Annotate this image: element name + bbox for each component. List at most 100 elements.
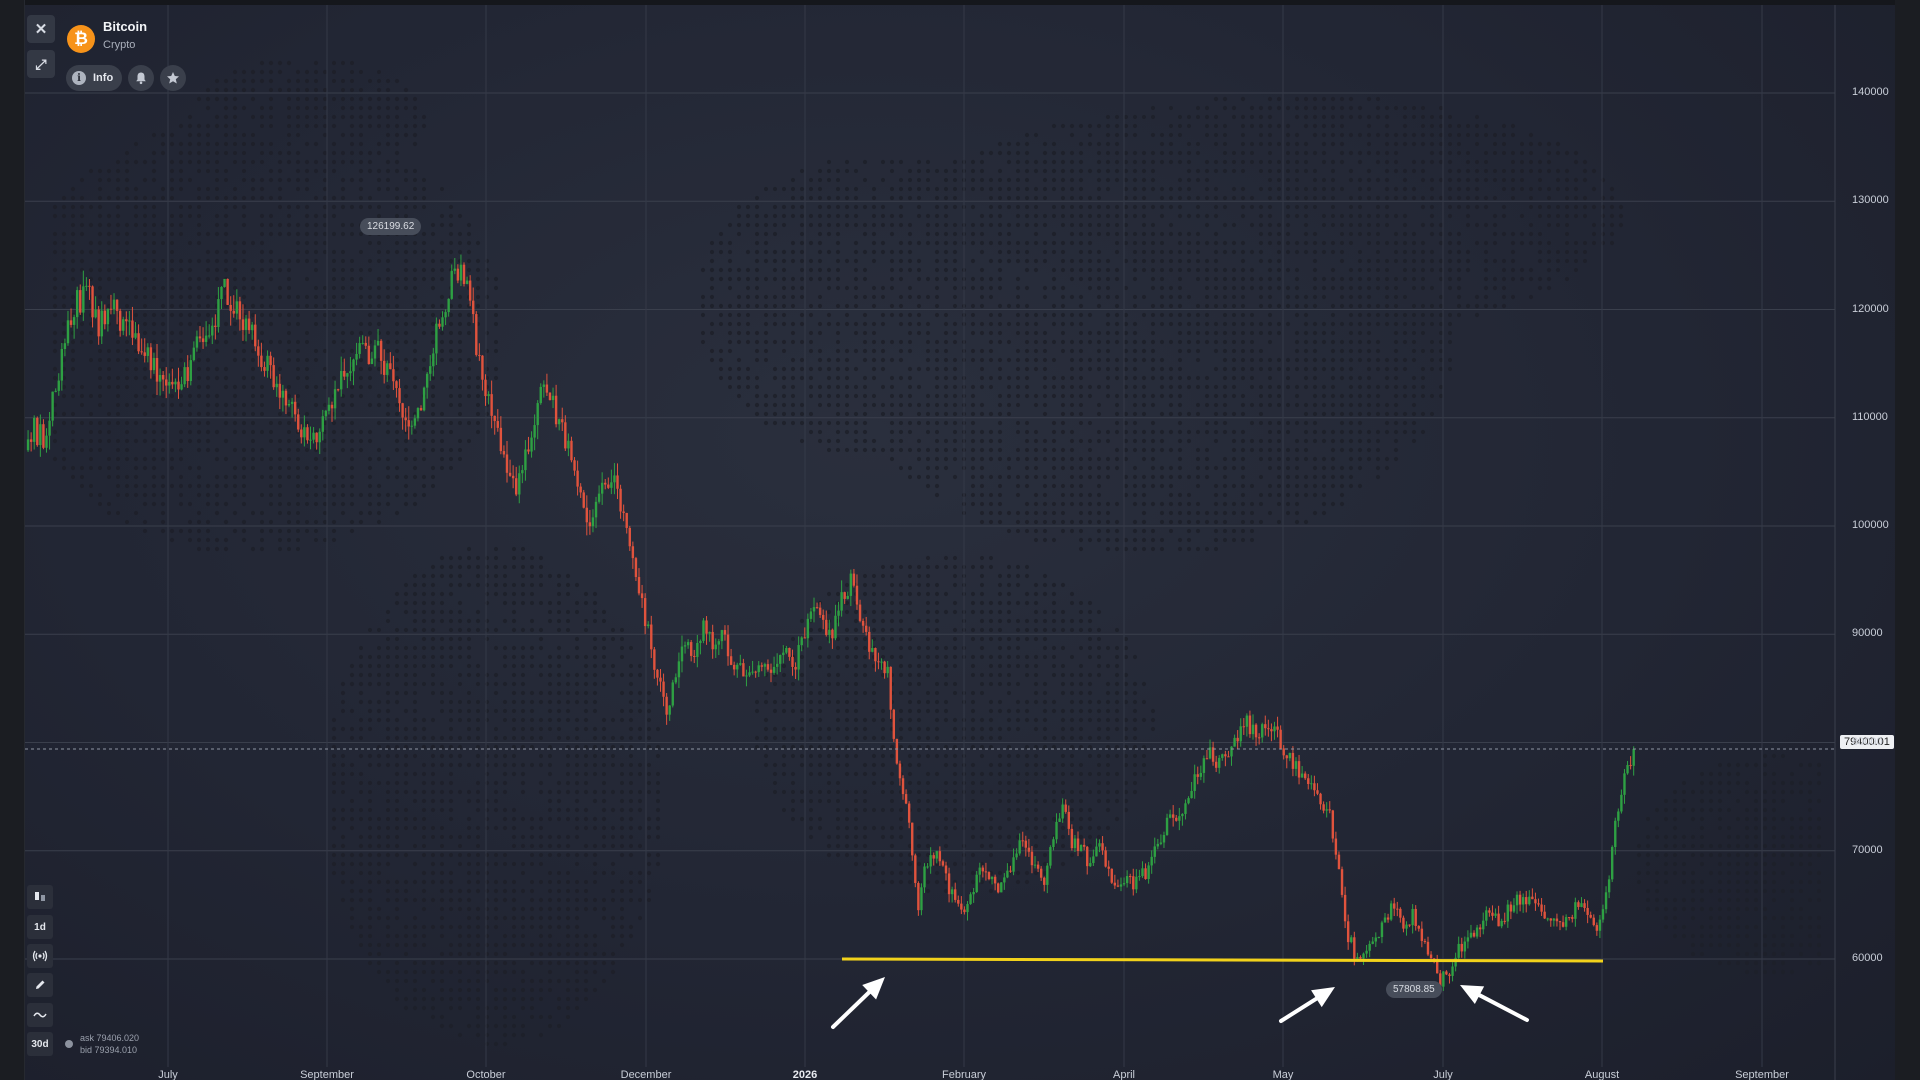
candle bbox=[1620, 789, 1623, 814]
favorite-button[interactable] bbox=[160, 65, 186, 91]
candle bbox=[1082, 838, 1086, 851]
candle bbox=[472, 287, 475, 324]
timeframe-button[interactable]: 1d bbox=[27, 915, 53, 939]
candle bbox=[600, 472, 604, 505]
candle bbox=[1058, 813, 1061, 823]
candle bbox=[1411, 904, 1414, 934]
candle bbox=[1457, 936, 1460, 960]
range-button[interactable]: 30d bbox=[27, 1032, 53, 1056]
candle bbox=[1389, 900, 1393, 922]
candle bbox=[1629, 756, 1632, 770]
candle bbox=[300, 424, 303, 444]
date-tick-label: July bbox=[1433, 1069, 1453, 1080]
candle bbox=[490, 380, 493, 429]
candle bbox=[1147, 861, 1150, 884]
candle bbox=[521, 464, 524, 484]
indicators-button[interactable] bbox=[27, 944, 53, 968]
support-trendline[interactable] bbox=[841, 957, 1604, 963]
candle bbox=[1408, 924, 1411, 928]
candle bbox=[518, 465, 521, 504]
info-button[interactable]: i Info bbox=[66, 65, 123, 91]
candle bbox=[1626, 760, 1629, 775]
annotation-arrow bbox=[831, 977, 885, 1029]
candle bbox=[1451, 962, 1454, 982]
candle bbox=[1500, 918, 1503, 929]
candle bbox=[754, 670, 757, 678]
candle bbox=[696, 634, 699, 668]
drawing-tools-button[interactable] bbox=[27, 973, 53, 997]
candle bbox=[1196, 766, 1199, 785]
candle bbox=[1537, 898, 1540, 907]
candle bbox=[935, 850, 938, 864]
candle bbox=[1073, 834, 1077, 853]
candle bbox=[122, 316, 125, 336]
candle bbox=[1095, 838, 1098, 857]
candle bbox=[680, 635, 684, 673]
candle bbox=[1368, 940, 1371, 958]
candle bbox=[318, 428, 321, 455]
candle bbox=[683, 641, 687, 654]
candle bbox=[1525, 890, 1528, 913]
candle bbox=[1561, 915, 1565, 928]
candle bbox=[1015, 848, 1018, 860]
price-chart[interactable] bbox=[25, 5, 1895, 1080]
candle bbox=[1273, 721, 1276, 740]
chart-panel[interactable]: ✕ ⤢ ₿ Bitcoin Crypto i Info 1d 30d ask 7… bbox=[25, 5, 1895, 1080]
alert-button[interactable] bbox=[128, 65, 154, 91]
candle bbox=[1445, 970, 1448, 976]
candle bbox=[674, 673, 678, 685]
expand-button[interactable]: ⤢ bbox=[27, 50, 55, 78]
candle bbox=[1245, 713, 1249, 737]
candle bbox=[462, 262, 466, 287]
candle bbox=[1211, 741, 1215, 766]
candle bbox=[1236, 730, 1239, 749]
candle bbox=[791, 649, 794, 676]
candle bbox=[1414, 905, 1417, 931]
candle bbox=[364, 336, 367, 350]
candle bbox=[1340, 866, 1344, 898]
candle bbox=[524, 440, 527, 481]
candle bbox=[665, 693, 668, 725]
trend-tools-button[interactable] bbox=[27, 1003, 53, 1027]
candle bbox=[1205, 749, 1209, 760]
candle bbox=[1331, 809, 1335, 843]
candle bbox=[668, 705, 671, 721]
candle bbox=[60, 342, 64, 391]
price-tick-label: 80000 bbox=[1852, 735, 1883, 748]
candle bbox=[1337, 851, 1341, 870]
candle bbox=[475, 311, 478, 357]
candle bbox=[1592, 914, 1595, 927]
candle bbox=[689, 639, 693, 662]
candle bbox=[576, 460, 579, 496]
candle bbox=[1089, 857, 1092, 868]
candle bbox=[1383, 913, 1387, 923]
candle bbox=[582, 489, 585, 509]
candle bbox=[217, 287, 220, 333]
candle bbox=[714, 638, 717, 658]
candle bbox=[1307, 773, 1310, 790]
date-tick-label: December bbox=[620, 1069, 672, 1080]
candle bbox=[1472, 930, 1476, 938]
candle bbox=[554, 384, 558, 428]
price-tick-label: 90000 bbox=[1852, 627, 1883, 640]
close-button[interactable]: ✕ bbox=[27, 15, 55, 43]
candle bbox=[868, 626, 871, 660]
candle bbox=[561, 407, 564, 432]
candle bbox=[392, 355, 395, 390]
candle bbox=[594, 496, 598, 529]
candle bbox=[340, 356, 343, 397]
candle bbox=[1067, 805, 1070, 836]
candle bbox=[1227, 750, 1230, 758]
candle bbox=[1086, 845, 1089, 875]
chart-type-button[interactable] bbox=[27, 885, 53, 909]
candle bbox=[422, 386, 426, 412]
candle bbox=[1003, 873, 1006, 890]
candle bbox=[1322, 801, 1325, 814]
date-tick-label: October bbox=[466, 1069, 506, 1080]
candle bbox=[1294, 757, 1298, 777]
candle bbox=[72, 314, 76, 339]
asset-category: Crypto bbox=[103, 39, 136, 51]
expand-icon: ⤢ bbox=[35, 55, 47, 72]
asset-name: Bitcoin bbox=[103, 19, 148, 34]
candle bbox=[702, 618, 705, 644]
